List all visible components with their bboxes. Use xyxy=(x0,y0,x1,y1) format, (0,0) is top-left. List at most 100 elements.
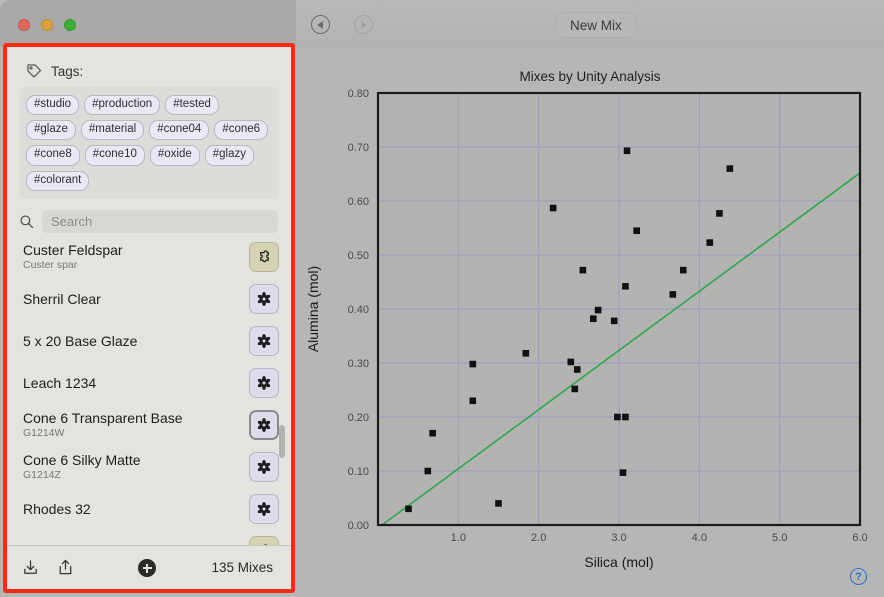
data-point xyxy=(622,413,629,421)
data-point xyxy=(579,266,587,274)
list-item[interactable]: 5 x 20 Base Glaze xyxy=(7,320,291,362)
material-badge[interactable] xyxy=(249,242,279,272)
sidebar-bottom-bar: 135 Mixes xyxy=(7,545,291,589)
data-point xyxy=(573,366,581,373)
import-icon[interactable] xyxy=(21,558,40,577)
data-point xyxy=(571,385,579,393)
x-tick-label: 4.0 xyxy=(692,532,707,544)
tag-chip[interactable]: #colorant xyxy=(26,170,90,191)
y-tick-label: 0.60 xyxy=(348,196,369,208)
pinwheel-icon xyxy=(257,418,271,432)
list-item[interactable]: Sherril Clear xyxy=(7,278,291,320)
data-point xyxy=(726,165,734,172)
list-item-text: Cone 6 Transparent Base G1214W xyxy=(23,410,249,441)
tag-chip[interactable]: #material xyxy=(80,120,145,141)
navigate-back-button[interactable] xyxy=(311,15,330,34)
list-item-text: 5 x 20 Base Glaze xyxy=(23,333,249,349)
x-tick-label: 2.0 xyxy=(531,532,546,544)
mix-badge[interactable] xyxy=(249,284,279,314)
list-item-title: Custer Feldspar xyxy=(23,241,123,258)
tag-chip[interactable]: #cone04 xyxy=(149,120,210,141)
data-point xyxy=(706,239,714,246)
data-point xyxy=(469,360,477,368)
chart-panel: Mixes by Unity Analysis 1.0 2.0 3.0 4.0 5.0 6… xyxy=(296,47,884,597)
add-mix-button[interactable] xyxy=(138,559,156,577)
mix-badge[interactable] xyxy=(249,494,279,524)
list-item-title: Leach 1234 xyxy=(23,374,97,391)
mix-badge[interactable] xyxy=(249,452,279,482)
search-placeholder: Search xyxy=(51,213,93,229)
list-item-subtitle: Custer spar xyxy=(23,258,78,271)
pinwheel-icon xyxy=(257,376,271,390)
tag-chip[interactable]: #studio xyxy=(26,95,80,116)
y-tick-label: 0.20 xyxy=(348,412,369,424)
zoom-button[interactable] xyxy=(64,19,76,31)
tags-header: Tags: xyxy=(7,47,291,87)
search-input[interactable]: Search xyxy=(42,209,278,233)
new-mix-label: New Mix xyxy=(570,17,622,33)
list-item[interactable]: Leach 1234 xyxy=(7,362,291,404)
data-point xyxy=(614,413,621,421)
list-item[interactable]: Actual Flint xyxy=(7,530,291,546)
tag-list: #studio #production #tested #glaze #material… xyxy=(19,87,279,199)
pinwheel-icon xyxy=(257,502,271,516)
list-item[interactable]: Rhodes 32 xyxy=(7,488,291,530)
data-point xyxy=(633,227,640,234)
share-icon[interactable] xyxy=(56,558,75,577)
data-point xyxy=(424,467,432,475)
data-point xyxy=(495,500,502,507)
data-point xyxy=(429,429,436,437)
tag-chip[interactable]: #glaze xyxy=(26,120,76,141)
y-tick-label: 0.40 xyxy=(348,304,369,316)
help-button[interactable]: ? xyxy=(850,568,867,585)
minimize-button[interactable] xyxy=(41,19,53,31)
mix-badge[interactable] xyxy=(249,368,279,398)
close-button[interactable] xyxy=(18,19,30,31)
tag-chip[interactable]: #oxide xyxy=(149,145,200,166)
data-point xyxy=(594,306,602,314)
pinwheel-icon xyxy=(257,292,271,306)
tags-label: Tags: xyxy=(51,63,84,79)
list-item[interactable]: Cone 6 Transparent Base G1214W xyxy=(7,404,291,446)
puzzle-piece-icon xyxy=(259,249,269,262)
pinwheel-icon xyxy=(257,334,271,348)
mix-list[interactable]: Custer Feldspar Custer spar Sherril Clear 5… xyxy=(7,236,291,546)
new-mix-button[interactable]: New Mix xyxy=(556,12,636,38)
list-item[interactable]: Custer Feldspar Custer spar xyxy=(7,236,291,278)
tag-chip[interactable]: #cone10 xyxy=(84,145,145,166)
list-scrollbar-track[interactable] xyxy=(279,235,288,545)
data-point xyxy=(619,469,627,476)
data-point xyxy=(522,349,530,357)
data-point xyxy=(622,283,629,290)
data-point xyxy=(716,210,723,217)
tag-chip[interactable]: #production xyxy=(84,95,161,116)
x-tick-label: 5.0 xyxy=(772,532,787,544)
data-point xyxy=(623,147,631,155)
scatter-chart: 1.0 2.0 3.0 4.0 5.0 6.0 0.00 0.10 0.20 0.30 0.40 0.… xyxy=(305,88,868,570)
y-tick-label: 0.30 xyxy=(348,358,369,370)
data-point xyxy=(589,315,597,323)
mix-badge[interactable] xyxy=(249,326,279,356)
chevron-right-icon xyxy=(361,20,368,29)
list-item-text: Leach 1234 xyxy=(23,375,249,391)
tag-chip[interactable]: #cone6 xyxy=(214,120,269,141)
data-point xyxy=(549,204,557,212)
list-item-title: 5 x 20 Base Glaze xyxy=(23,332,138,349)
x-tick-label: 3.0 xyxy=(611,532,626,544)
list-item[interactable]: Cone 6 Silky Matte G1214Z xyxy=(7,446,291,488)
app-window: New Mix Tags: #studio #production #tested #… xyxy=(0,0,884,597)
title-bar: New Mix xyxy=(0,0,884,47)
list-scrollbar-thumb[interactable] xyxy=(279,425,285,458)
y-axis-title: Alumina (mol) xyxy=(305,266,321,352)
list-item-title: Cone 6 Silky Matte xyxy=(23,451,141,468)
data-point xyxy=(405,505,412,513)
tag-chip[interactable]: #tested xyxy=(165,95,219,116)
tag-chip[interactable]: #glazy xyxy=(204,145,254,166)
list-item-title: Sherril Clear xyxy=(23,290,101,307)
mix-badge[interactable] xyxy=(249,410,279,440)
data-point xyxy=(610,317,618,325)
tag-chip[interactable]: #cone8 xyxy=(26,145,80,166)
navigate-forward-button[interactable] xyxy=(354,15,373,34)
x-tick-label: 1.0 xyxy=(451,532,466,544)
mix-count-label: 135 Mixes xyxy=(211,560,273,575)
